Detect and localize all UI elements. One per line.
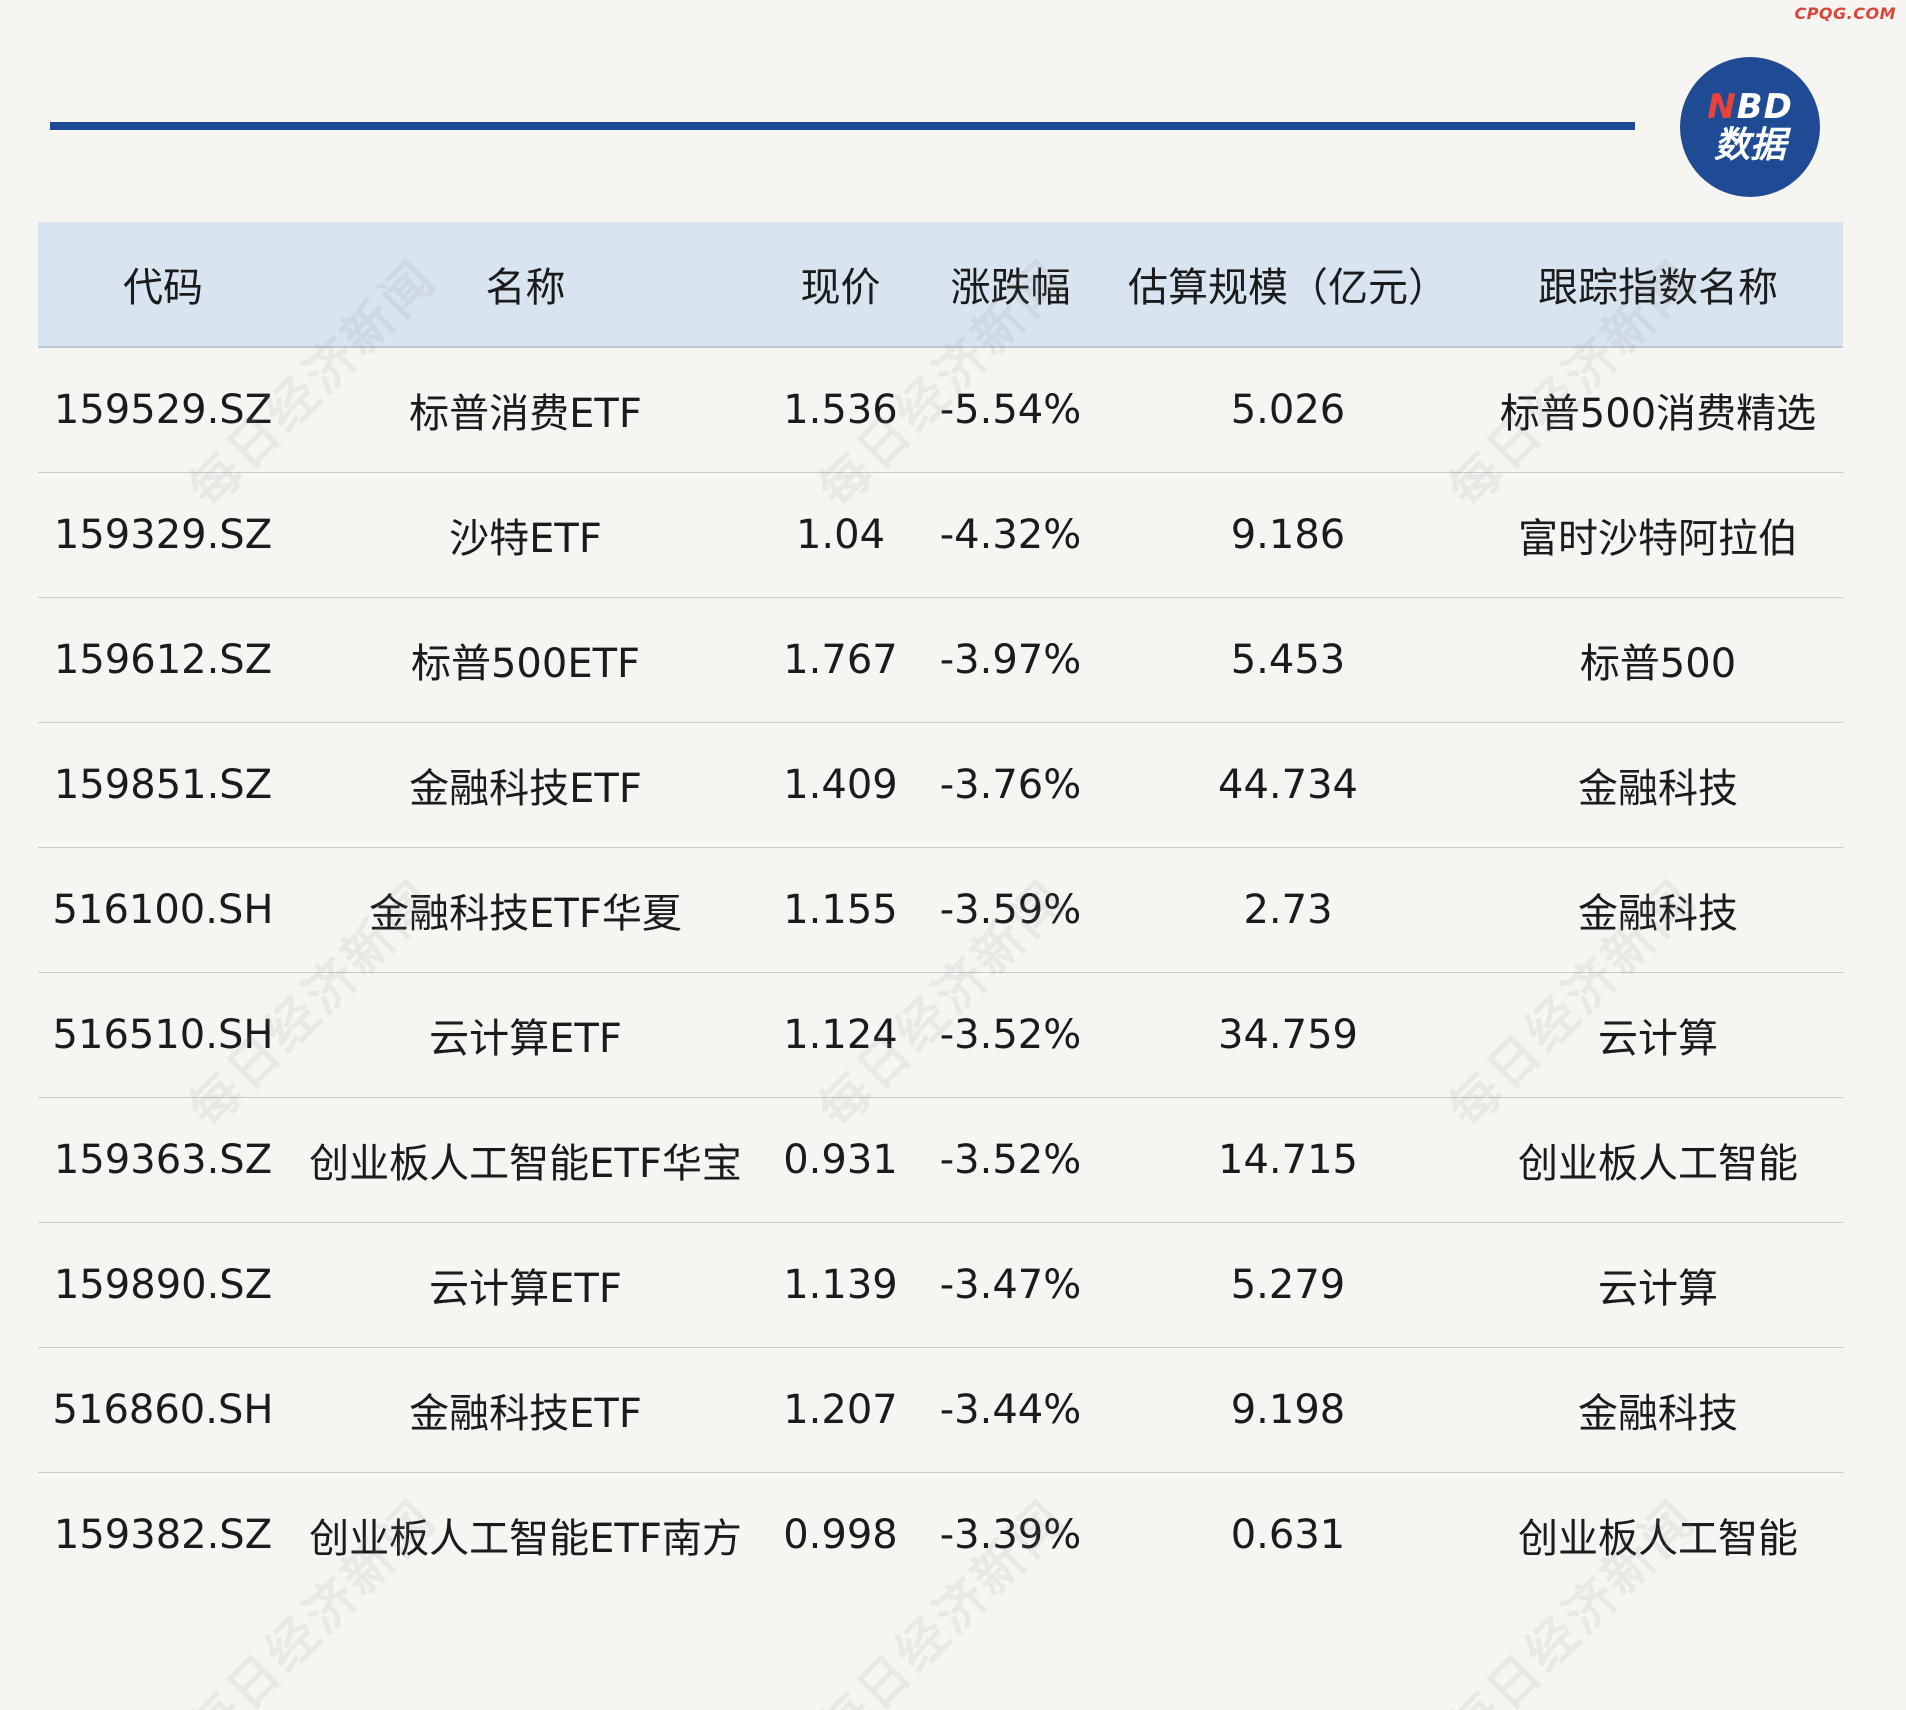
cell-code: 159329.SZ — [38, 472, 288, 598]
cell-index: 金融科技 — [1473, 847, 1843, 973]
table-row: 159382.SZ 创业板人工智能ETF南方 0.998 -3.39% 0.63… — [38, 1473, 1843, 1598]
cell-change: -3.97% — [918, 597, 1103, 723]
cell-code: 516510.SH — [38, 972, 288, 1098]
column-header-change: 涨跌幅 — [918, 222, 1103, 348]
cell-name: 沙特ETF — [288, 472, 763, 598]
cell-scale: 44.734 — [1103, 722, 1473, 848]
cell-price: 1.767 — [763, 597, 918, 723]
cell-code: 159890.SZ — [38, 1222, 288, 1348]
cell-scale: 9.186 — [1103, 472, 1473, 598]
cell-name: 标普500ETF — [288, 597, 763, 723]
table-row: 159612.SZ 标普500ETF 1.767 -3.97% 5.453 标普… — [38, 597, 1843, 723]
table-row: 516510.SH 云计算ETF 1.124 -3.52% 34.759 云计算 — [38, 972, 1843, 1098]
cell-scale: 5.026 — [1103, 347, 1473, 473]
cell-name: 云计算ETF — [288, 972, 763, 1098]
table-row: 516100.SH 金融科技ETF华夏 1.155 -3.59% 2.73 金融… — [38, 847, 1843, 973]
cell-change: -3.52% — [918, 972, 1103, 1098]
cell-scale: 5.453 — [1103, 597, 1473, 723]
cell-change: -3.47% — [918, 1222, 1103, 1348]
cell-price: 0.998 — [783, 1512, 898, 1558]
cell-change: -3.44% — [918, 1347, 1103, 1473]
cell-scale: 0.631 — [1230, 1512, 1346, 1558]
cell-price: 0.931 — [763, 1097, 918, 1223]
logo-letters-bd: BD — [1736, 87, 1793, 127]
logo-wordmark: NBD — [1707, 90, 1793, 124]
cell-change: -3.76% — [918, 722, 1103, 848]
cell-code: 159363.SZ — [38, 1097, 288, 1223]
cell-index: 金融科技 — [1473, 1347, 1843, 1473]
cell-price: 1.207 — [763, 1347, 918, 1473]
cell-scale: 34.759 — [1103, 972, 1473, 1098]
cell-scale: 9.198 — [1103, 1347, 1473, 1473]
cell-scale: 2.73 — [1103, 847, 1473, 973]
table-header-row: 代码 名称 现价 涨跌幅 估算规模（亿元） 跟踪指数名称 — [38, 222, 1843, 348]
top-rule — [50, 122, 1635, 130]
cell-code: 159382.SZ — [53, 1512, 273, 1558]
cell-index: 金融科技 — [1473, 722, 1843, 848]
table-row: 516860.SH 金融科技ETF 1.207 -3.44% 9.198 金融科… — [38, 1347, 1843, 1473]
cell-index: 云计算 — [1473, 972, 1843, 1098]
cell-index: 云计算 — [1473, 1222, 1843, 1348]
column-header-scale: 估算规模（亿元） — [1103, 222, 1473, 348]
table-row: 159529.SZ 标普消费ETF 1.536 -5.54% 5.026 标普5… — [38, 347, 1843, 473]
cell-code: 159851.SZ — [38, 722, 288, 848]
cell-change: -5.54% — [918, 347, 1103, 473]
cell-name: 金融科技ETF — [288, 722, 763, 848]
cell-code: 516860.SH — [38, 1347, 288, 1473]
cell-price: 1.409 — [763, 722, 918, 848]
cell-scale: 14.715 — [1103, 1097, 1473, 1223]
cell-index: 标普500消费精选 — [1473, 347, 1843, 473]
column-header-name: 名称 — [288, 222, 763, 348]
cell-index: 富时沙特阿拉伯 — [1473, 472, 1843, 598]
source-tag: CPQG.COM — [1794, 4, 1896, 23]
column-header-index: 跟踪指数名称 — [1473, 222, 1843, 348]
column-header-code: 代码 — [38, 222, 288, 348]
column-header-price: 现价 — [763, 222, 918, 348]
table-row: 159329.SZ 沙特ETF 1.04 -4.32% 9.186 富时沙特阿拉… — [38, 472, 1843, 598]
logo-subtitle: 数据 — [1713, 125, 1786, 166]
cell-scale: 5.279 — [1103, 1222, 1473, 1348]
cell-price: 1.124 — [763, 972, 918, 1098]
cell-price: 1.139 — [763, 1222, 918, 1348]
cell-change: -3.59% — [918, 847, 1103, 973]
cell-change: -4.32% — [918, 472, 1103, 598]
table-row: 159851.SZ 金融科技ETF 1.409 -3.76% 44.734 金融… — [38, 722, 1843, 848]
cell-change: -3.52% — [918, 1097, 1103, 1223]
cell-code: 159612.SZ — [38, 597, 288, 723]
cell-price: 1.536 — [763, 347, 918, 473]
cell-code: 516100.SH — [38, 847, 288, 973]
table-row: 159363.SZ 创业板人工智能ETF华宝 0.931 -3.52% 14.7… — [38, 1097, 1843, 1223]
cell-price: 1.04 — [763, 472, 918, 598]
logo-letter-n: N — [1707, 87, 1737, 127]
table-row: 159890.SZ 云计算ETF 1.139 -3.47% 5.279 云计算 — [38, 1222, 1843, 1348]
cell-price: 1.155 — [763, 847, 918, 973]
nbd-data-logo: NBD 数据 — [1680, 57, 1820, 197]
cell-code: 159529.SZ — [38, 347, 288, 473]
cell-name: 金融科技ETF华夏 — [288, 847, 763, 973]
cell-index: 创业板人工智能 — [1518, 1516, 1798, 1562]
cell-name: 创业板人工智能ETF南方 — [309, 1516, 742, 1562]
cell-name: 标普消费ETF — [288, 347, 763, 473]
cell-name: 金融科技ETF — [288, 1347, 763, 1473]
cell-name: 创业板人工智能ETF华宝 — [288, 1097, 763, 1223]
cell-name: 云计算ETF — [288, 1222, 763, 1348]
cell-index: 标普500 — [1473, 597, 1843, 723]
etf-decline-table: 代码 名称 现价 涨跌幅 估算规模（亿元） 跟踪指数名称 159529.SZ 标… — [38, 222, 1843, 1597]
cell-change: -3.39% — [939, 1512, 1082, 1558]
cell-index: 创业板人工智能 — [1473, 1097, 1843, 1223]
